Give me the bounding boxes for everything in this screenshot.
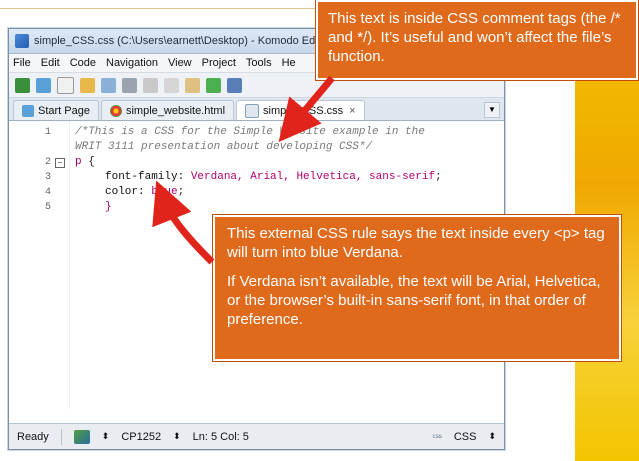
status-text: Ready — [17, 430, 49, 443]
status-bar: Ready ⬍ CP1252 ⬍ Ln: 5 Col: 5 ᶜˢˢ CSS ⬍ — [9, 423, 504, 449]
encoding-selector[interactable]: CP1252 — [121, 431, 161, 443]
check-status-icon[interactable] — [73, 429, 90, 444]
code-line-5: } — [105, 201, 112, 213]
css-language-icon: ᶜˢˢ — [432, 431, 442, 442]
line-number: 1 — [44, 127, 51, 138]
code-line-2: p { — [75, 156, 95, 168]
redo-icon[interactable] — [227, 77, 242, 93]
menu-edit[interactable]: Edit — [41, 57, 60, 69]
status-separator — [60, 428, 62, 445]
code-line-4: color: blue; — [105, 186, 184, 198]
komodo-app-icon — [15, 34, 29, 48]
comment-explanation-callout: This text is inside CSS comment tags (th… — [316, 0, 638, 80]
callout-text: If Verdana isn’t available, the text wil… — [227, 273, 601, 328]
updown-arrow-icon[interactable]: ⬍ — [102, 431, 110, 442]
menu-file[interactable]: File — [13, 57, 31, 69]
menu-view[interactable]: View — [168, 57, 192, 69]
menu-tools[interactable]: Tools — [246, 57, 272, 69]
css-property: color: — [105, 186, 152, 198]
callout-text: This external CSS rule says the text ins… — [227, 225, 605, 261]
paste-icon[interactable] — [185, 77, 200, 93]
language-selector[interactable]: CSS — [454, 431, 477, 443]
tab-label: Start Page — [38, 104, 90, 117]
tab-simple-css[interactable]: simple_CSS.css × — [236, 100, 365, 120]
window-title: simple_CSS.css (C:\Users\earnett\Desktop… — [34, 35, 321, 47]
open-brace: { — [81, 156, 95, 168]
editor-tab-strip: Start Page simple_website.html simple_CS… — [9, 98, 504, 121]
chrome-icon — [109, 104, 122, 117]
close-icon[interactable]: × — [349, 105, 355, 117]
css-selector: p — [75, 156, 82, 168]
forward-arrow-icon[interactable] — [36, 77, 51, 93]
menu-help[interactable]: He — [282, 57, 296, 69]
css-value: blue — [151, 186, 178, 198]
print-icon[interactable] — [122, 77, 137, 93]
updown-arrow-icon[interactable]: ⬍ — [488, 431, 496, 442]
tab-label: simple_website.html — [125, 104, 226, 117]
css-file-icon — [245, 103, 260, 118]
cut-icon[interactable] — [143, 77, 158, 93]
start-page-icon — [22, 104, 34, 117]
undo-icon[interactable] — [206, 77, 221, 93]
cursor-position: Ln: 5 Col: 5 — [192, 430, 249, 443]
callout-text: This text is inside CSS comment tags (th… — [328, 10, 621, 65]
menu-code[interactable]: Code — [70, 57, 96, 69]
line-number: 2 — [44, 157, 51, 168]
open-folder-icon[interactable] — [80, 77, 95, 93]
back-arrow-icon[interactable] — [15, 77, 30, 93]
css-property: font-family: — [105, 171, 191, 183]
line-number: 4 — [44, 187, 51, 198]
line-number-gutter: 1 2 − 3 4 5 — [9, 121, 70, 409]
tab-list-dropdown-icon[interactable]: ▼ — [484, 102, 500, 118]
tab-start-page[interactable]: Start Page — [13, 100, 99, 120]
semicolon: ; — [177, 186, 185, 198]
code-line-3: font-family: Verdana, Arial, Helvetica, … — [105, 171, 442, 183]
updown-arrow-icon[interactable]: ⬍ — [173, 431, 181, 442]
new-file-icon[interactable] — [57, 76, 74, 94]
line-number: 3 — [44, 172, 51, 183]
fold-toggle-icon[interactable]: − — [55, 158, 65, 168]
semicolon: ; — [435, 171, 442, 183]
line-number: 5 — [44, 202, 51, 213]
code-line-1-cont: WRIT 3111 presentation about developing … — [75, 141, 373, 153]
menu-navigation[interactable]: Navigation — [106, 57, 158, 69]
tab-simple-website-html[interactable]: simple_website.html — [100, 100, 235, 120]
tab-label: simple_CSS.css — [263, 104, 344, 117]
code-line-1: /*This is a CSS for the Simple Website e… — [75, 126, 425, 138]
css-value: Verdana, Arial, Helvetica, sans-serif — [190, 171, 436, 183]
menu-project[interactable]: Project — [202, 57, 236, 69]
save-icon[interactable] — [101, 77, 116, 93]
copy-icon[interactable] — [164, 77, 179, 93]
css-rule-explanation-callout: This external CSS rule says the text ins… — [213, 215, 621, 361]
